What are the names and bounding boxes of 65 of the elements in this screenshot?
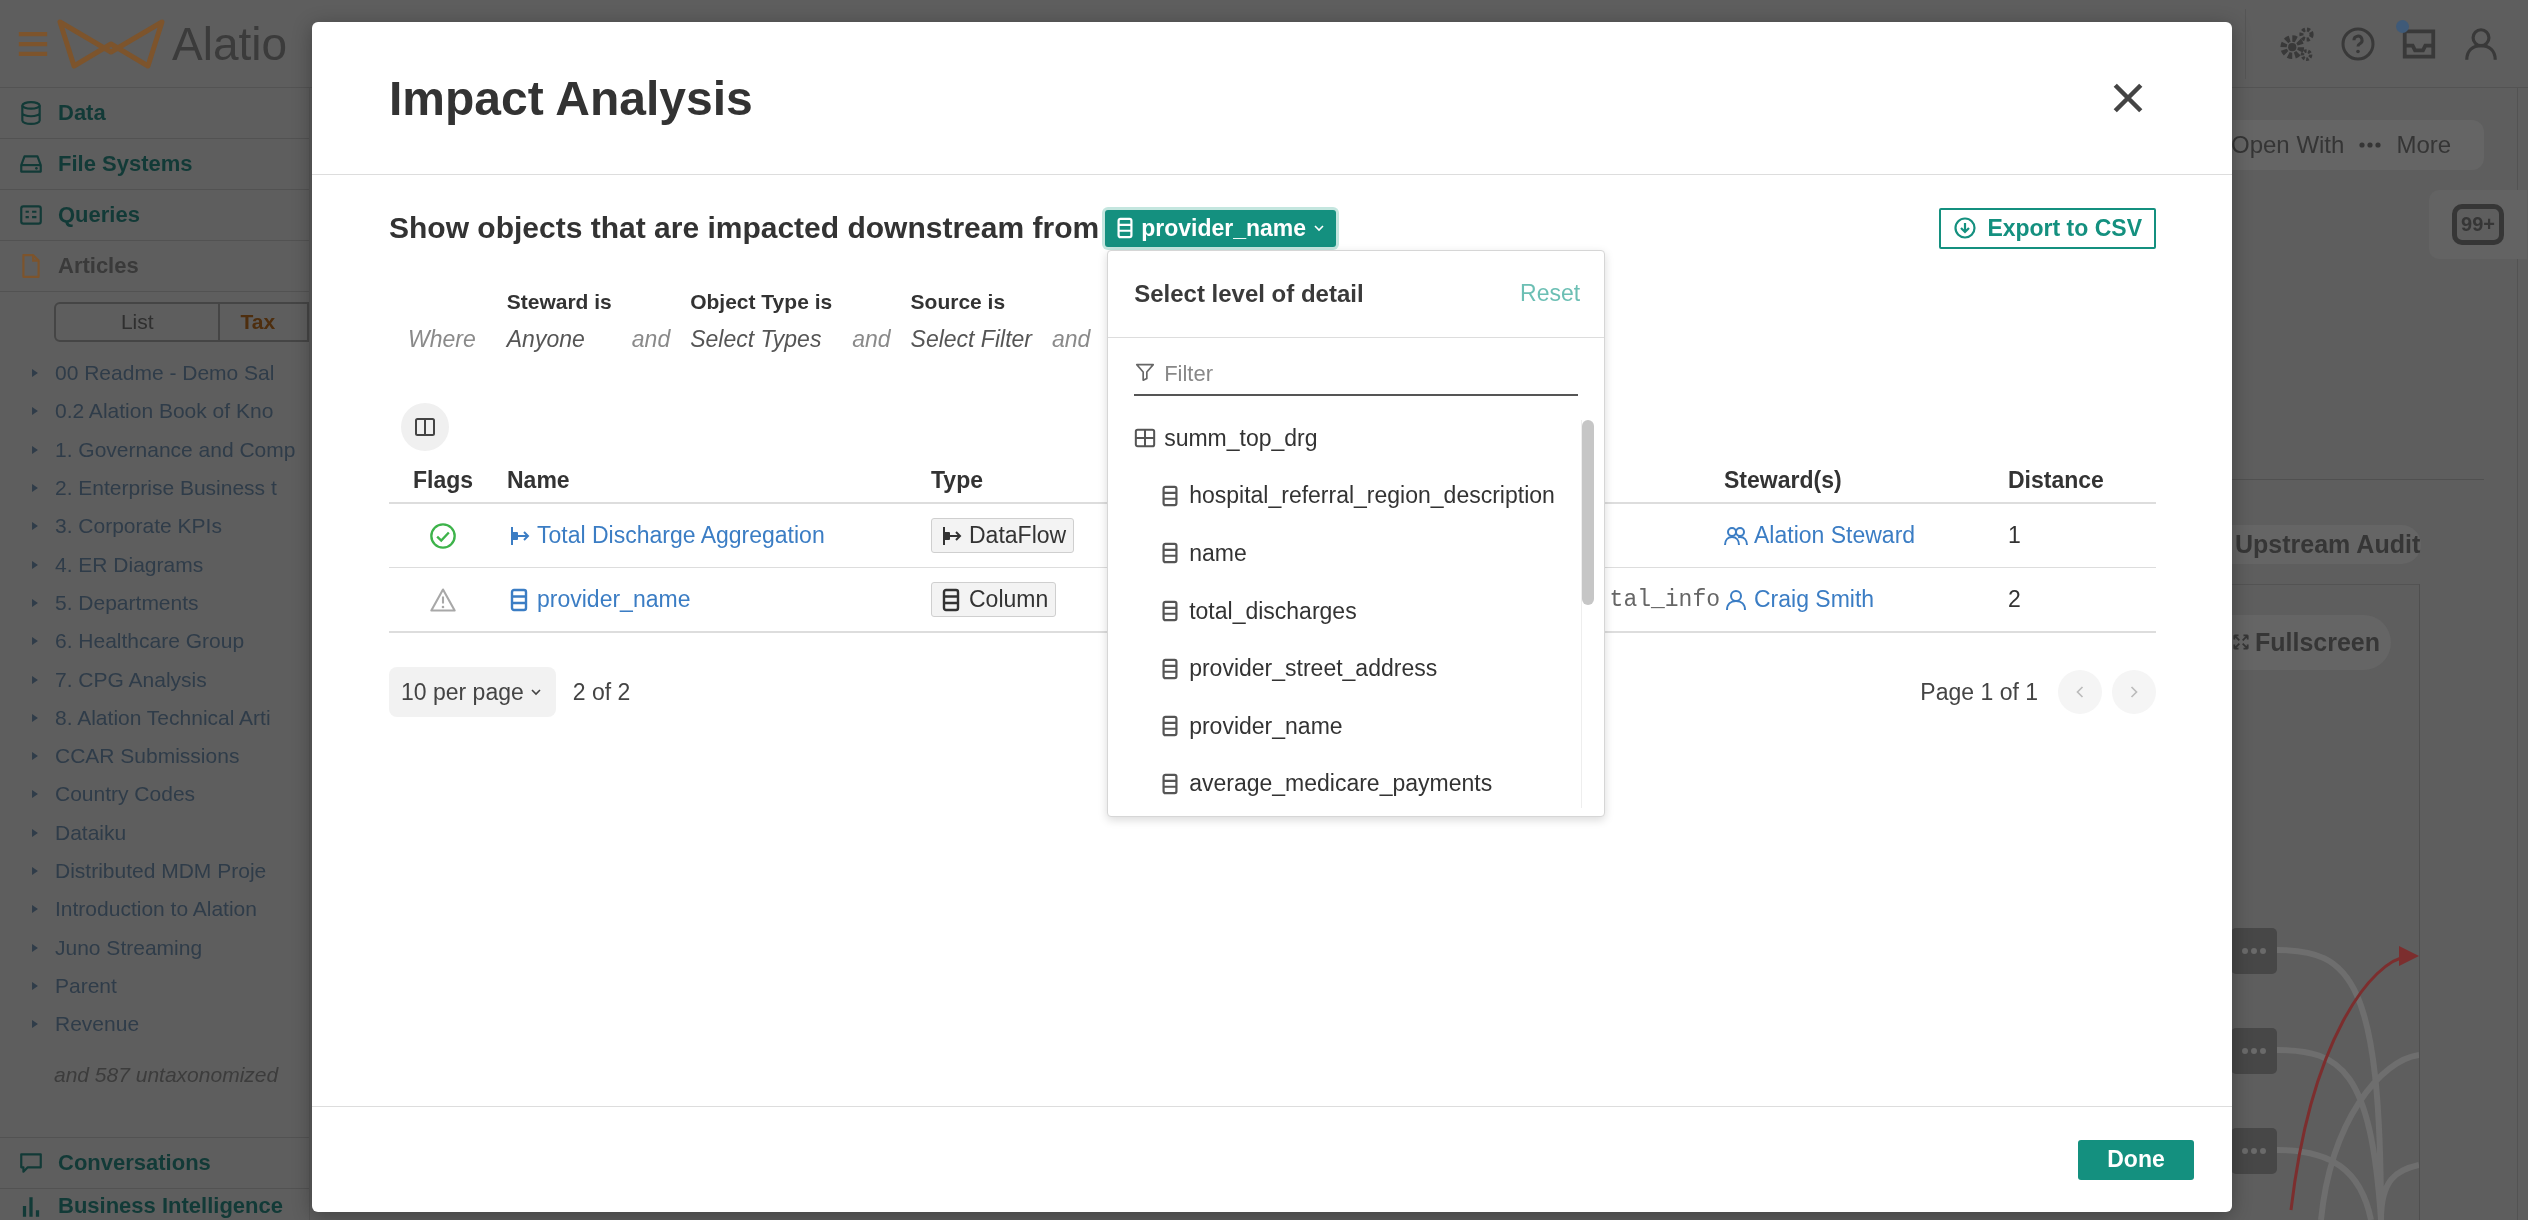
- level-option[interactable]: summ_top_drg: [1108, 409, 1582, 468]
- expand-icon: [2231, 632, 2251, 653]
- filter-label: Source is: [910, 290, 1007, 314]
- column-header: Distance: [1998, 458, 2156, 504]
- queries-icon: [18, 202, 44, 228]
- distance-cell: 2: [2008, 586, 2021, 613]
- done-button[interactable]: Done: [2078, 1139, 2194, 1180]
- steward-link[interactable]: Craig Smith: [1724, 586, 1875, 613]
- page-indicator: Page 1 of 1: [1920, 678, 2038, 706]
- where-label: Where: [408, 326, 476, 353]
- filter-field[interactable]: Filter: [1164, 356, 1579, 387]
- and-label: and: [1052, 326, 1091, 353]
- and-label: and: [852, 326, 891, 353]
- type-tag: DataFlow: [931, 518, 1075, 553]
- table-icon: [1134, 427, 1157, 450]
- user-icon: [1724, 587, 1748, 612]
- column-header: Steward(s): [1724, 458, 1998, 504]
- dots-icon: [2358, 141, 2383, 148]
- column-header: Type: [921, 458, 1100, 504]
- steward-link[interactable]: Alation Steward: [1724, 522, 1916, 549]
- table-cell: tal_info: [1609, 586, 1720, 613]
- conversations-icon: [18, 1150, 44, 1176]
- column-header: Name: [497, 458, 921, 504]
- and-label: and: [631, 326, 671, 353]
- level-option[interactable]: average_medicare_payments: [1108, 755, 1582, 813]
- impact-heading: Show objects that are impacted downstream from: [389, 211, 1100, 245]
- check-circle-icon: [429, 521, 457, 550]
- settings-icon[interactable]: [2278, 24, 2316, 63]
- export-button[interactable]: Export to CSV: [1939, 207, 2156, 249]
- object-link[interactable]: provider_name: [507, 586, 691, 613]
- distance-cell: 1: [2008, 522, 2021, 549]
- scrollbar[interactable]: [1581, 419, 1595, 808]
- source-object-dropdown[interactable]: provider_name: [1105, 209, 1337, 247]
- filter-value[interactable]: Select Filter: [910, 326, 1032, 353]
- download-icon: [1953, 216, 1978, 240]
- level-option[interactable]: provider_street_address: [1108, 639, 1582, 698]
- sidebar-section[interactable]: Queries: [0, 190, 309, 241]
- reset-link[interactable]: Reset: [1520, 280, 1581, 307]
- help-icon[interactable]: [2340, 25, 2376, 62]
- filter-label: Object Type is: [690, 290, 833, 314]
- per-page-dropdown[interactable]: 10 per page: [389, 667, 556, 717]
- sidebar-section[interactable]: Conversations: [0, 1138, 309, 1189]
- menu-title: Select level of detail: [1134, 279, 1364, 308]
- column-header: Flags: [389, 458, 497, 504]
- level-option[interactable]: provider_name: [1108, 697, 1582, 756]
- sidebar-section[interactable]: Data: [0, 88, 309, 139]
- next-page-button[interactable]: [2112, 670, 2156, 714]
- filter-value[interactable]: Select Types: [690, 326, 833, 353]
- object-link[interactable]: Total Discharge Aggregation: [507, 522, 825, 549]
- columns-icon: [413, 415, 437, 439]
- filter-value[interactable]: Anyone: [506, 326, 612, 353]
- level-option[interactable]: hospital_referral_region_description: [1108, 467, 1582, 525]
- level-option[interactable]: total_discharges: [1108, 582, 1582, 640]
- sidebar-section[interactable]: Business Intelligence: [0, 1189, 309, 1220]
- view-tab[interactable]: Tax: [220, 302, 309, 342]
- filter-label: Steward is: [506, 290, 612, 314]
- column-toggle-button[interactable]: [401, 403, 449, 451]
- type-tag: Column: [931, 582, 1057, 617]
- dialog-title: Impact Analysis: [389, 70, 753, 126]
- previous-page-button[interactable]: [2058, 670, 2102, 714]
- sidebar-section[interactable]: File Systems: [0, 139, 309, 190]
- data-icon: [18, 100, 44, 126]
- result-range: 2 of 2: [572, 678, 631, 706]
- close-icon[interactable]: [2111, 81, 2145, 115]
- level-option[interactable]: name: [1108, 524, 1582, 583]
